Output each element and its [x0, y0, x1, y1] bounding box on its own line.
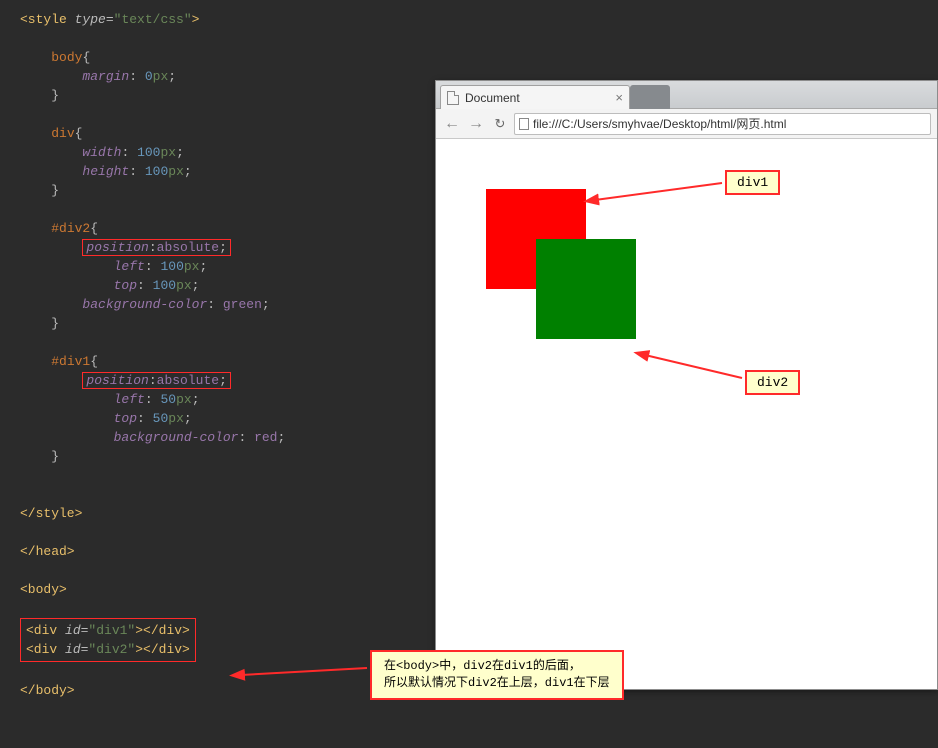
browser-toolbar: ← → ↻ file:///C:/Users/smyhvae/Desktop/h…	[436, 109, 937, 139]
highlight-body-divs: <div id="div1"></div> <div id="div2"></d…	[20, 618, 196, 662]
browser-window: Document × ← → ↻ file:///C:/Users/smyhva…	[435, 80, 938, 690]
callout-explanation: 在<body>中，div2在div1的后面， 所以默认情况下div2在上层，di…	[370, 650, 624, 700]
forward-button[interactable]: →	[466, 115, 486, 133]
reload-button[interactable]: ↻	[490, 116, 510, 132]
back-button[interactable]: ←	[442, 115, 462, 133]
label-div2: div2	[745, 370, 800, 395]
highlight-position-div2: position:absolute;	[82, 239, 230, 256]
new-tab-area[interactable]	[630, 85, 670, 109]
page-icon	[519, 118, 529, 130]
url-text: file:///C:/Users/smyhvae/Desktop/html/网页…	[533, 115, 786, 132]
highlight-position-div1: position:absolute;	[82, 372, 230, 389]
browser-tab[interactable]: Document ×	[440, 85, 630, 109]
close-icon[interactable]: ×	[615, 90, 623, 105]
label-div1: div1	[725, 170, 780, 195]
green-square-div2	[536, 239, 636, 339]
browser-content	[436, 139, 937, 689]
page-icon	[447, 91, 459, 105]
url-bar[interactable]: file:///C:/Users/smyhvae/Desktop/html/网页…	[514, 113, 931, 135]
tab-title: Document	[465, 91, 615, 105]
browser-tabbar: Document ×	[436, 81, 937, 109]
